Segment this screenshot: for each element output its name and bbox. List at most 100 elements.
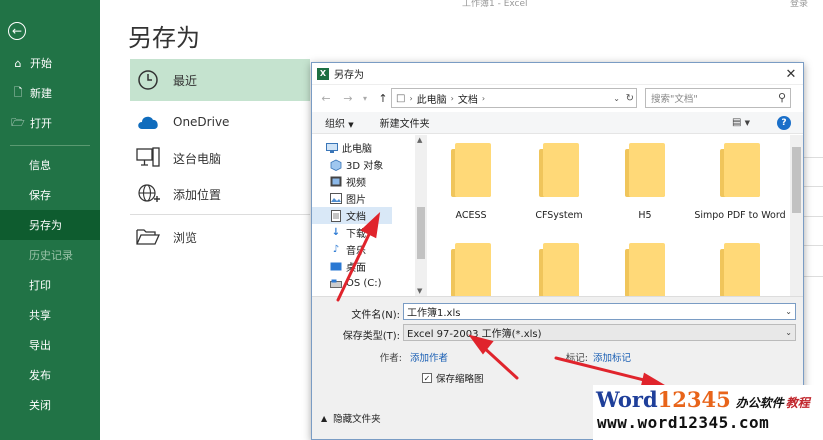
save-thumbnail-label: 保存缩略图 — [436, 374, 484, 385]
navigation-pane: 此电脑 3D 对象 视频 图片 文档 ↓ 下载 ♪ 音乐 桌面 OS (C:) — [312, 135, 427, 296]
folder-name: ACESS — [455, 210, 487, 221]
place-label: 这台电脑 — [173, 151, 222, 166]
folder-icon — [539, 243, 579, 296]
folder-name: Simpo PDF to Word — [694, 210, 786, 221]
file-list-scrollbar-thumb[interactable] — [792, 147, 801, 213]
sidebar-item-info[interactable]: 信息 — [0, 150, 100, 180]
view-options-icon[interactable]: ▤ ▼ — [732, 117, 750, 128]
cloud-icon — [136, 110, 160, 134]
refresh-icon[interactable]: ↻ — [626, 93, 634, 104]
place-label: 浏览 — [173, 230, 198, 245]
new-folder-button[interactable]: 新建文件夹 — [380, 115, 430, 130]
nav-scrollbar-thumb[interactable] — [417, 207, 425, 259]
hide-folders-label: 隐藏文件夹 — [333, 414, 381, 425]
chevron-right-icon: › — [481, 93, 486, 103]
nav-item-desktop[interactable]: 桌面 — [330, 258, 366, 275]
scroll-up-icon[interactable]: ▲ — [417, 136, 422, 144]
filename-field[interactable]: 工作簿1.xls ⌄ — [403, 303, 796, 320]
filetype-select[interactable]: Excel 97-2003 工作簿(*.xls) ⌄ — [403, 324, 796, 341]
nav-item-label: 3D 对象 — [346, 161, 384, 172]
sidebar-item-label: 关闭 — [29, 399, 51, 412]
folder-item[interactable] — [521, 235, 597, 296]
folder-item[interactable] — [702, 235, 778, 296]
sidebar-item-close[interactable]: 关闭 — [0, 390, 100, 420]
folder-item[interactable]: ACESS — [433, 135, 509, 235]
folder-icon — [720, 143, 760, 199]
pc-icon — [326, 142, 338, 154]
dialog-titlebar[interactable]: X 另存为 ✕ — [312, 63, 803, 85]
signin-link[interactable]: 登录 — [790, 0, 808, 9]
chevron-down-icon: ▼ — [348, 121, 354, 129]
address-bar[interactable]: □ › 此电脑 › 文档 › ⌄ ↻ — [391, 88, 637, 108]
folder-item[interactable] — [433, 235, 509, 296]
search-input[interactable]: 搜索"文档" ⚲ — [645, 88, 791, 108]
folder-item[interactable]: H5 — [607, 135, 683, 235]
save-as-dialog: X 另存为 ✕ ← → ▾ ↑ □ › 此电脑 › 文档 › ⌄ ↻ 搜索"文档… — [311, 62, 804, 440]
sidebar-item-new[interactable]: 🗋 新建 — [0, 78, 100, 108]
breadcrumb-this-pc[interactable]: 此电脑 — [417, 91, 447, 106]
excel-app-icon: X — [317, 67, 329, 80]
recent-locations-icon[interactable]: ▾ — [357, 94, 373, 103]
desktop-icon — [330, 261, 342, 273]
add-tags-link[interactable]: 添加标记 — [593, 350, 631, 364]
folder-item[interactable]: Simpo PDF to Word — [694, 135, 786, 235]
folder-item[interactable]: CFSystem — [521, 135, 597, 235]
place-add-location[interactable]: 添加位置 — [130, 173, 310, 215]
nav-item-documents[interactable]: 文档 — [312, 207, 392, 224]
nav-item-3d-objects[interactable]: 3D 对象 — [330, 156, 383, 173]
close-icon[interactable]: ✕ — [781, 64, 801, 84]
watermark-text: 办公软件 — [735, 396, 784, 410]
file-list-scrollbar[interactable] — [790, 135, 803, 296]
author-label: 作者: — [379, 353, 402, 364]
hide-folders-toggle[interactable]: ▲ 隐藏文件夹 — [321, 411, 381, 426]
watermark-text-red: 教程 — [785, 396, 810, 410]
sidebar-item-print[interactable]: 打印 — [0, 270, 100, 300]
document-icon — [330, 209, 342, 222]
folder-icon — [451, 143, 491, 199]
nav-item-label: 图片 — [346, 195, 366, 206]
sidebar-item-label: 新建 — [30, 87, 52, 100]
sidebar-item-home[interactable]: ⌂ 开始 — [0, 48, 100, 78]
help-icon[interactable]: ? — [777, 116, 791, 130]
folder-icon — [625, 243, 665, 296]
window-title: 工作簿1 - Excel — [462, 0, 528, 9]
nav-item-os-drive[interactable]: OS (C:) — [330, 275, 382, 292]
chevron-down-icon[interactable]: ⌄ — [613, 94, 620, 103]
open-folder-icon: 🗁 — [11, 115, 25, 129]
organize-label: 组织 — [325, 119, 345, 130]
sidebar-item-publish[interactable]: 发布 — [0, 360, 100, 390]
nav-item-pictures[interactable]: 图片 — [330, 190, 366, 207]
place-browse[interactable]: 浏览 — [130, 216, 310, 258]
nav-item-downloads[interactable]: ↓ 下载 — [330, 224, 366, 241]
save-thumbnail-checkbox[interactable]: ✓ — [422, 373, 432, 383]
nav-item-this-pc[interactable]: 此电脑 — [326, 139, 372, 156]
scroll-down-icon[interactable]: ▼ — [417, 287, 422, 295]
sidebar-item-save-as[interactable]: 另存为 — [0, 210, 100, 240]
nav-item-label: 音乐 — [346, 246, 366, 257]
sidebar-item-open[interactable]: 🗁 打开 — [0, 108, 100, 138]
breadcrumb-documents[interactable]: 文档 — [458, 91, 478, 106]
add-author-link[interactable]: 添加作者 — [410, 350, 448, 364]
sidebar-item-share[interactable]: 共享 — [0, 300, 100, 330]
sidebar-item-export[interactable]: 导出 — [0, 330, 100, 360]
nav-item-music[interactable]: ♪ 音乐 — [330, 241, 366, 258]
clock-icon — [136, 68, 160, 92]
chevron-down-icon[interactable]: ⌄ — [785, 307, 792, 316]
backstage-sidebar: ← ⌂ 开始 🗋 新建 🗁 打开 信息 保存 另存为 历史记录 打印 共享 导出… — [0, 0, 100, 440]
folder-item[interactable] — [607, 235, 683, 296]
up-level-icon[interactable]: ↑ — [375, 92, 391, 105]
forward-nav-icon[interactable]: → — [340, 92, 356, 105]
home-icon: ⌂ — [14, 56, 22, 70]
nav-scrollbar[interactable]: ▲ ▼ — [415, 135, 427, 296]
filename-label: 文件名(N): — [351, 310, 400, 321]
search-icon[interactable]: ⚲ — [778, 91, 786, 104]
organize-button[interactable]: 组织 ▼ — [325, 115, 354, 130]
place-label: 最近 — [173, 73, 198, 88]
place-recent[interactable]: 最近 — [130, 59, 310, 101]
back-arrow-icon[interactable]: ← — [8, 22, 26, 40]
sidebar-item-label: 历史记录 — [29, 249, 73, 262]
chevron-right-icon: › — [409, 93, 413, 103]
back-nav-icon[interactable]: ← — [318, 92, 334, 105]
nav-item-videos[interactable]: 视频 — [330, 173, 366, 190]
sidebar-item-save[interactable]: 保存 — [0, 180, 100, 210]
